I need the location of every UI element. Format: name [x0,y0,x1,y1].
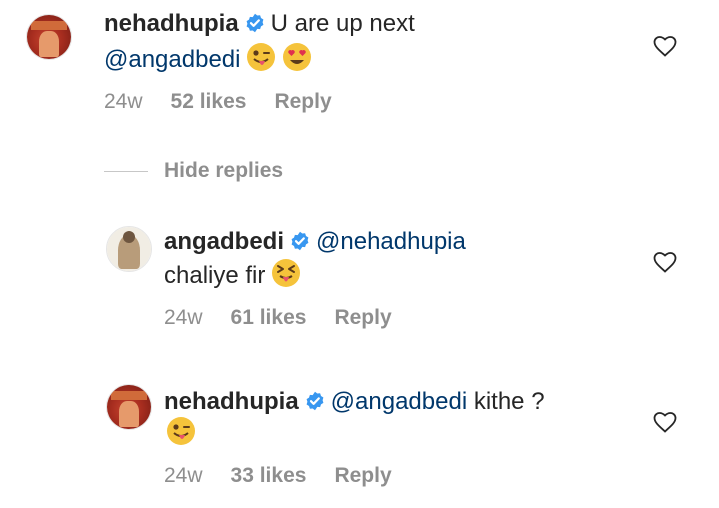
mention-link[interactable]: @nehadhupia [316,228,466,255]
likes-count[interactable]: 52 likes [171,90,247,113]
reply-button[interactable]: Reply [334,306,391,329]
comment-text-line2: chaliye fir [164,258,301,292]
likes-count[interactable]: 33 likes [231,464,307,487]
winking-tongue-emoji-icon [247,43,276,71]
comment-text: nehadhupia U are up next [104,8,415,40]
like-heart-icon[interactable] [652,410,678,434]
comment-age: 24w [104,90,143,113]
comment-body: kithe ? [473,388,545,415]
comment-meta: 24w 61 likes Reply [164,304,420,332]
comment-body: chaliye fir [164,262,266,289]
comment-age: 24w [164,464,203,487]
reply-button[interactable]: Reply [274,90,331,113]
verified-badge-icon [246,13,264,33]
verified-badge-icon [306,391,324,411]
username-link[interactable]: nehadhupia [104,10,239,37]
comment-age: 24w [164,306,203,329]
like-heart-icon[interactable] [652,34,678,58]
reply-button[interactable]: Reply [334,464,391,487]
comment-body: U are up next [270,10,415,37]
winking-tongue-emoji-icon [167,417,195,445]
squinting-tongue-emoji-icon [272,259,301,287]
divider [104,171,148,172]
avatar[interactable] [106,384,152,430]
likes-count[interactable]: 61 likes [231,306,307,329]
username-link[interactable]: nehadhupia [164,388,299,415]
avatar[interactable] [26,14,72,60]
mention-link[interactable]: @angadbedi [104,46,240,73]
comment-meta: 24w 33 likes Reply [164,462,420,490]
verified-badge-icon [291,231,309,251]
mention-link[interactable]: @angadbedi [331,388,467,415]
comment-text: nehadhupia @angadbedi kithe ? [164,386,545,418]
hide-replies-label: Hide replies [164,159,284,182]
comment-text: angadbedi @nehadhupia [164,226,466,258]
username-link[interactable]: angadbedi [164,228,284,255]
comment-text-line2: @angadbedi [104,42,312,76]
comment-text-line2 [160,416,196,450]
comment-meta: 24w 52 likes Reply [104,88,360,116]
avatar[interactable] [106,226,152,272]
like-heart-icon[interactable] [652,250,678,274]
heart-eyes-emoji-icon [283,43,312,71]
